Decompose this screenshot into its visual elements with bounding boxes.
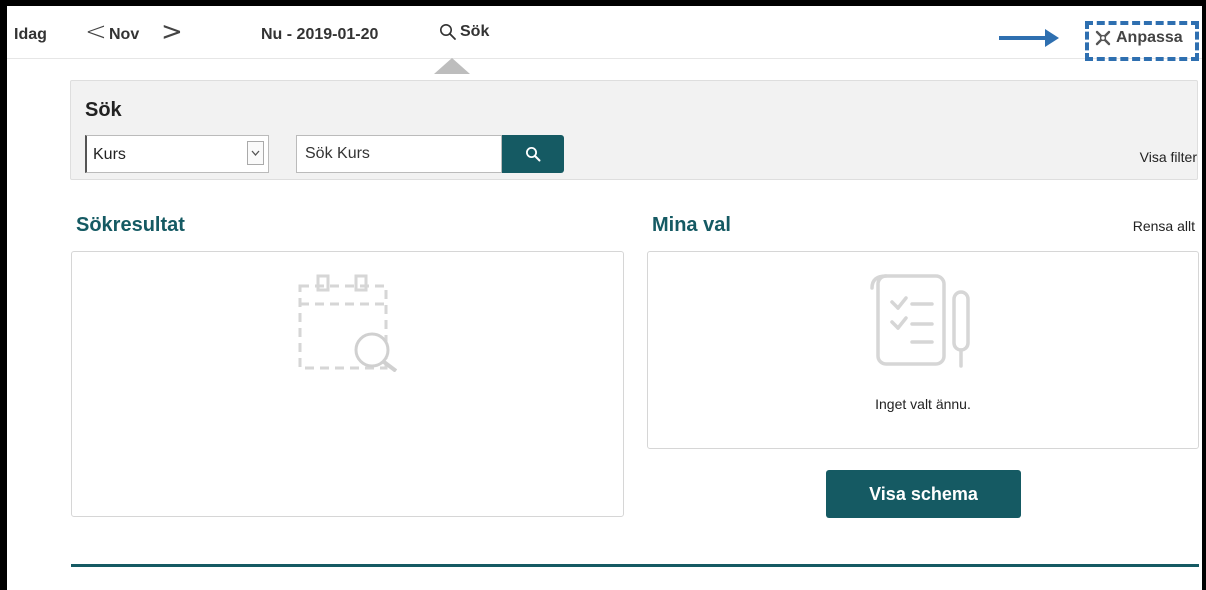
results-heading: Sökresultat (76, 214, 185, 236)
search-type-select[interactable]: Kurs (85, 135, 269, 173)
tools-icon (1095, 30, 1111, 46)
current-date-link[interactable]: Nu - 2019-01-20 (261, 26, 378, 44)
clear-all-link[interactable]: Rensa allt (1133, 218, 1195, 234)
search-title: Sök (85, 99, 122, 121)
search-input[interactable] (296, 135, 502, 173)
customize-label: Anpassa (1116, 29, 1183, 46)
today-link[interactable]: Idag (14, 26, 47, 44)
bottom-divider (71, 564, 1199, 567)
search-panel: Sök Kurs Visa filter (70, 80, 1198, 180)
empty-state-text: Inget valt ännu. (875, 396, 971, 412)
results-panel (71, 251, 624, 517)
my-choices-heading: Mina val (652, 214, 731, 236)
frame-border-right (1202, 0, 1206, 590)
my-choices-panel: Inget valt ännu. (647, 251, 1199, 449)
chevron-right-icon[interactable]: > (161, 19, 183, 45)
empty-search-icon (298, 274, 398, 372)
search-tab-label: Sök (460, 23, 490, 40)
active-tab-caret (434, 58, 470, 74)
show-schedule-button[interactable]: Visa schema (826, 470, 1021, 518)
empty-notes-icon (870, 274, 970, 368)
search-icon (440, 24, 456, 40)
search-type-value: Kurs (93, 146, 126, 163)
customize-button[interactable]: Anpassa (1094, 29, 1183, 47)
search-button[interactable] (502, 135, 564, 173)
annotation-arrow (999, 29, 1059, 47)
frame-border-left (0, 0, 7, 590)
chevron-down-icon[interactable] (247, 141, 264, 165)
show-filter-link[interactable]: Visa filter (1140, 149, 1197, 165)
month-label: Nov (109, 26, 140, 43)
search-tab[interactable]: Sök (439, 23, 489, 41)
search-icon (526, 147, 541, 162)
top-navigation: Idag < Nov > Nu - 2019-01-20 Sök Anpassa (7, 6, 1202, 61)
chevron-left-icon[interactable]: < (85, 19, 107, 45)
